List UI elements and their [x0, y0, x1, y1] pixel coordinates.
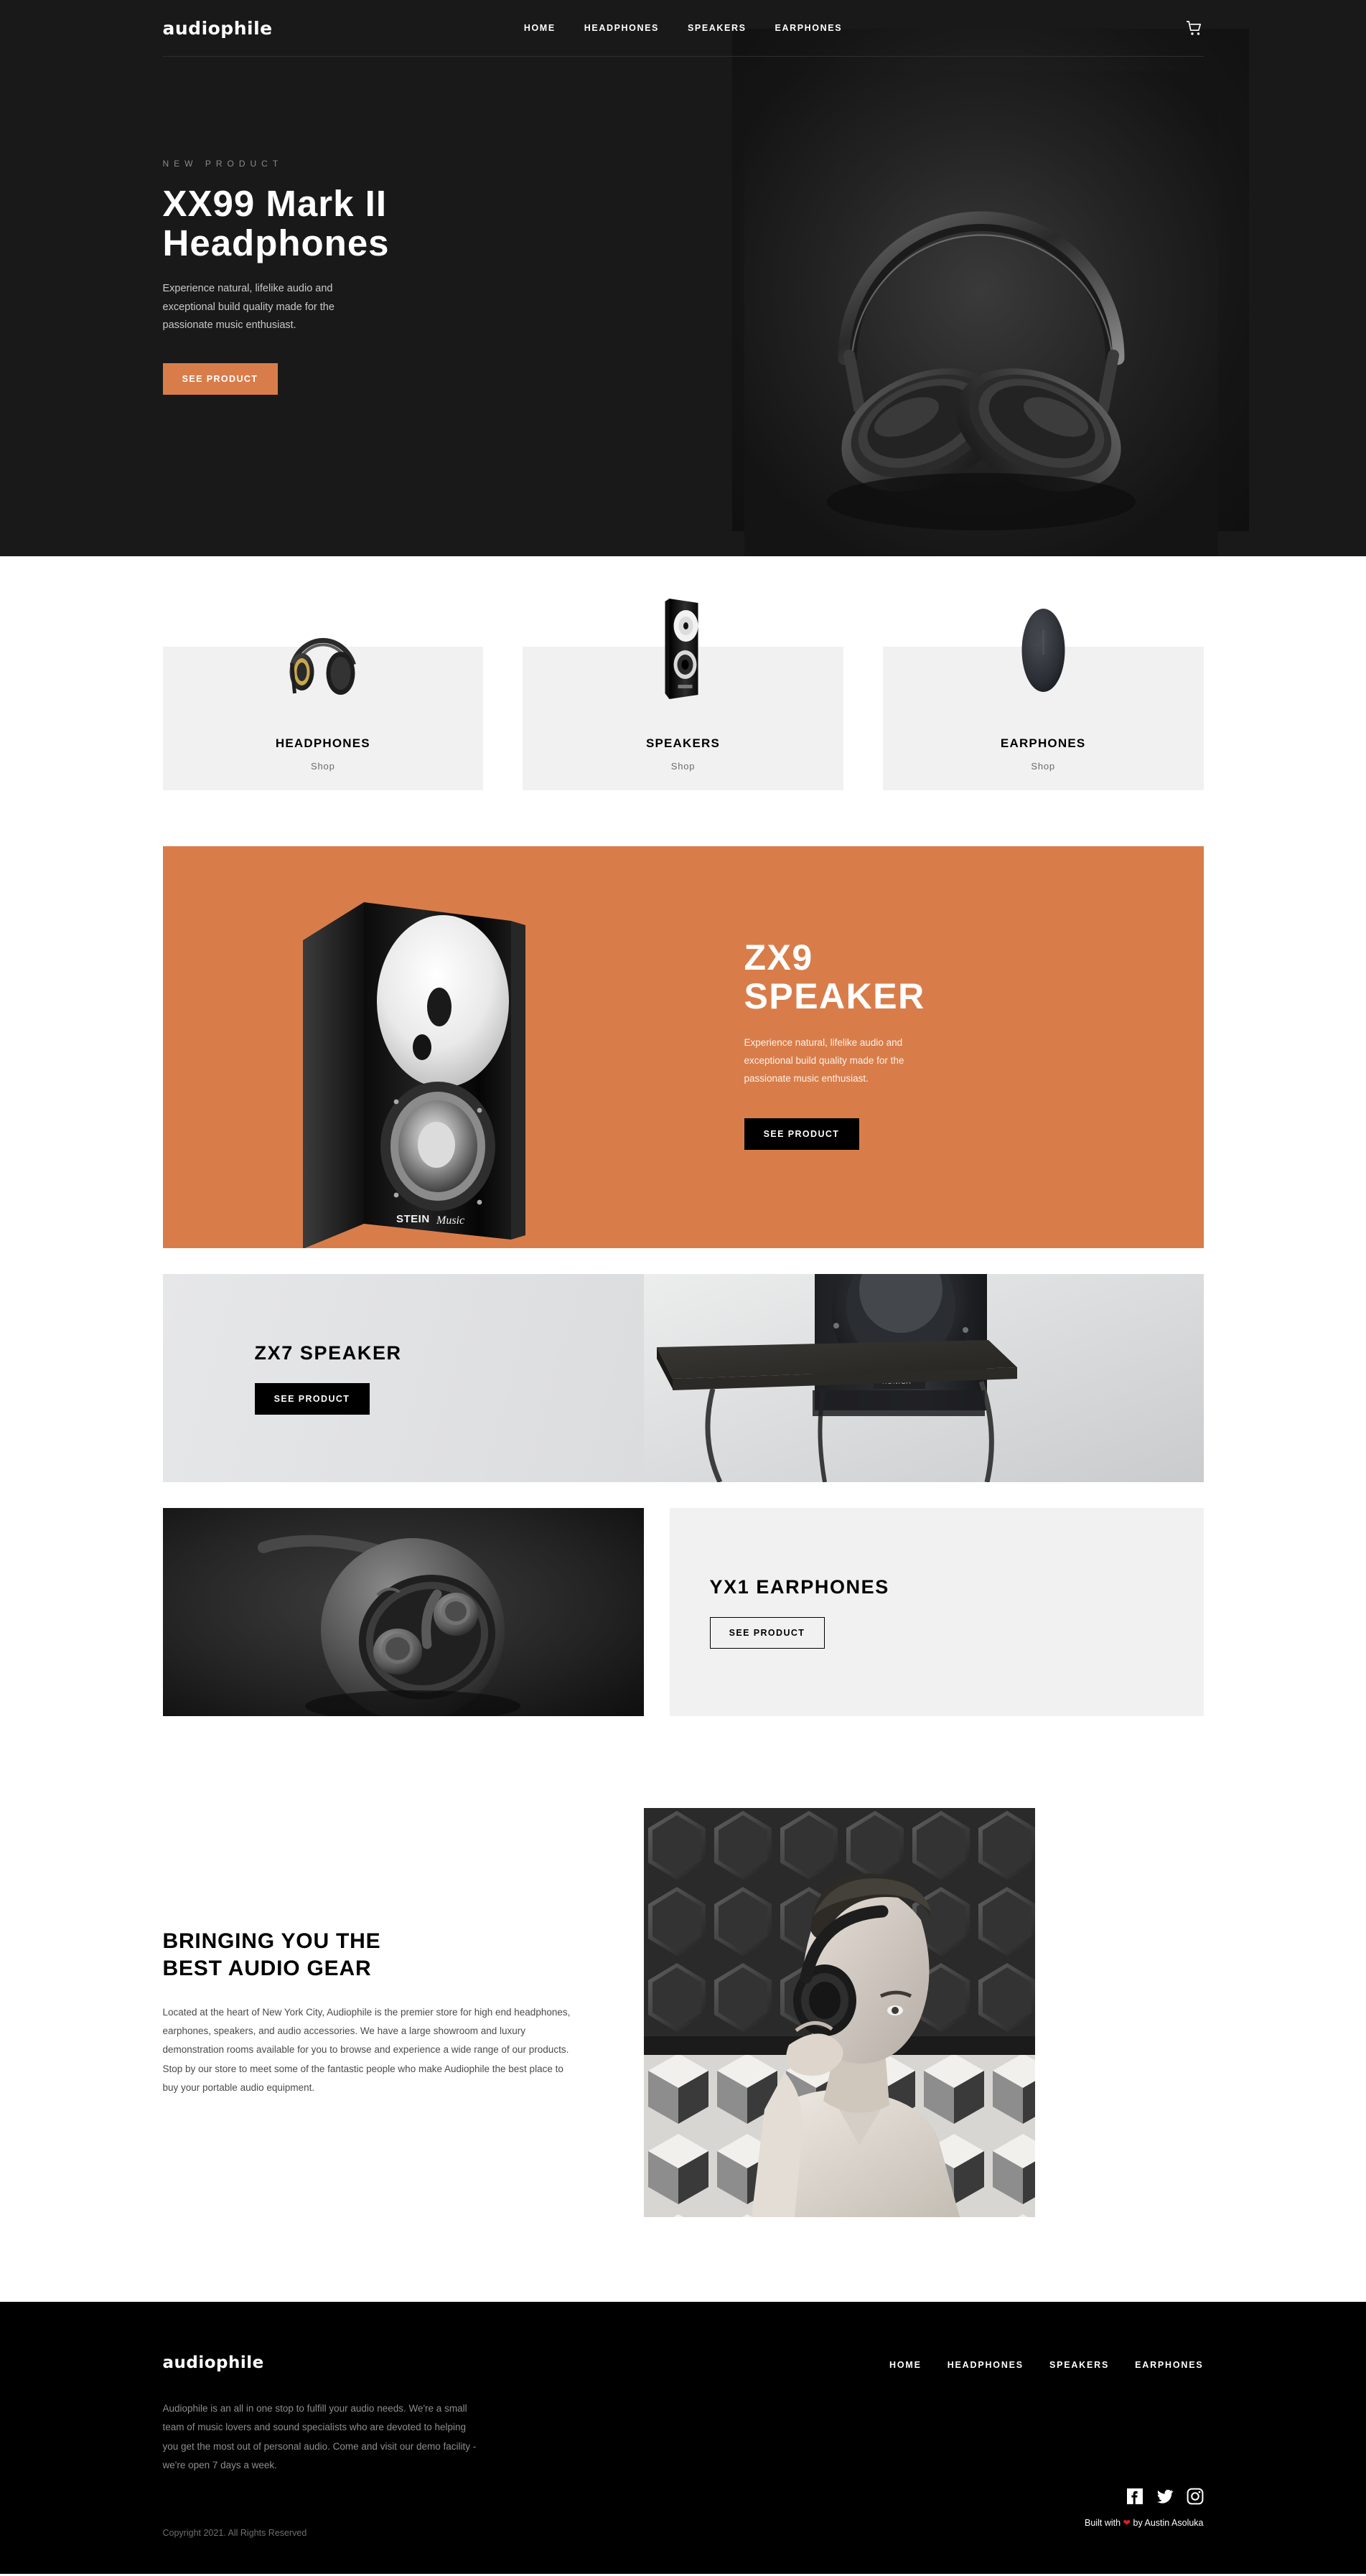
earphones-product-image — [981, 586, 1106, 711]
zx7-title: ZX7 SPEAKER — [254, 1341, 402, 1364]
zx9-title: ZX9 SPEAKER — [744, 938, 1003, 1016]
heart-icon: ❤ — [1123, 2518, 1131, 2529]
hero-copy: NEW PRODUCT XX99 Mark II Headphones Expe… — [162, 57, 464, 395]
footer-navigation: HOME HEADPHONES SPEAKERS EARPHONES — [889, 2353, 1203, 2370]
zx7-speaker-image: KONICA — [643, 1274, 1204, 1482]
twitter-icon[interactable] — [1156, 2488, 1174, 2505]
built-suffix: by Austin Asoluka — [1133, 2518, 1204, 2529]
hero-description: Experience natural, lifelike audio and e… — [162, 283, 335, 331]
zx9-speaker-image: STEIN Music — [296, 886, 597, 1248]
yx1-title: YX1 EARPHONES — [709, 1575, 889, 1598]
footer-nav-item-headphones[interactable]: HEADPHONES — [948, 2360, 1024, 2370]
headphones-product-image — [260, 586, 385, 711]
category-name: HEADPHONES — [275, 736, 370, 750]
site-logo[interactable]: audiophile — [163, 18, 273, 39]
zx9-speaker-banner: STEIN Music ZX9 SPEAKER Experience natur… — [162, 846, 1204, 1248]
built-by-credit: Built with ❤ by Austin Asoluka — [1085, 2517, 1203, 2528]
footer-nav-item-earphones[interactable]: EARPHONES — [1135, 2360, 1203, 2370]
hero-headphones-image — [744, 71, 1218, 556]
zx9-title-line2: SPEAKER — [744, 976, 925, 1016]
zx7-speaker-banner: KONICA ZX7 SPEAKER SEE PRODUCT — [162, 1274, 1204, 1482]
social-links — [1126, 2488, 1204, 2505]
hero-overline: NEW PRODUCT — [162, 159, 284, 169]
category-name: SPEAKERS — [645, 736, 721, 750]
zx9-copy: ZX9 SPEAKER Experience natural, lifelike… — [744, 938, 1003, 1150]
facebook-icon[interactable] — [1126, 2488, 1143, 2505]
page-root: audiophile HOME HEADPHONES SPEAKERS EARP… — [0, 0, 1366, 2575]
zx7-see-product-button[interactable]: SEE PRODUCT — [254, 1382, 370, 1415]
about-section: BRINGING YOU THE BEST AUDIO GEAR Located… — [163, 1808, 1204, 2302]
category-cards-section: HEADPHONES Shop SPEAKERS Shop EARPHONES … — [162, 556, 1204, 790]
category-name: EARPHONES — [1000, 736, 1086, 750]
shopping-cart-icon[interactable] — [1185, 19, 1204, 37]
about-copy: BRINGING YOU THE BEST AUDIO GEAR Located… — [163, 1928, 579, 2097]
category-card-speakers[interactable]: SPEAKERS Shop — [523, 599, 843, 790]
nav-item-headphones[interactable]: HEADPHONES — [584, 23, 659, 33]
about-title-line2: BEST AUDIO GEAR — [162, 1957, 372, 1981]
footer-logo[interactable]: audiophile — [163, 2353, 264, 2372]
hero-title: XX99 Mark II Headphones — [163, 184, 464, 263]
category-card-earphones[interactable]: EARPHONES Shop — [882, 609, 1204, 790]
zx7-copy: ZX7 SPEAKER SEE PRODUCT — [254, 1341, 402, 1415]
yx1-panel: YX1 EARPHONES SEE PRODUCT — [669, 1508, 1204, 1716]
built-prefix: Built with — [1085, 2518, 1121, 2529]
hero-title-line2: Headphones — [162, 222, 390, 263]
nav-item-earphones[interactable]: EARPHONES — [775, 23, 843, 33]
about-title-line1: BRINGING YOU THE — [162, 1929, 381, 1953]
svg-text:Music: Music — [436, 1214, 464, 1227]
instagram-icon[interactable] — [1187, 2488, 1204, 2505]
category-shop-link[interactable]: Shop — [671, 761, 696, 772]
site-header: audiophile HOME HEADPHONES SPEAKERS EARP… — [162, 0, 1204, 57]
site-footer: audiophile HOME HEADPHONES SPEAKERS EARP… — [0, 2302, 1366, 2575]
about-title: BRINGING YOU THE BEST AUDIO GEAR — [163, 1928, 579, 1983]
footer-description: Audiophile is an all in one stop to fulf… — [162, 2403, 477, 2470]
hero-content: NEW PRODUCT XX99 Mark II Headphones Expe… — [162, 57, 1218, 556]
copyright-text: Copyright 2021. All Rights Reserved — [162, 2528, 307, 2539]
category-shop-link[interactable]: Shop — [311, 761, 335, 772]
yx1-see-product-button[interactable]: SEE PRODUCT — [709, 1616, 825, 1649]
nav-item-speakers[interactable]: SPEAKERS — [688, 23, 747, 33]
hero-see-product-button[interactable]: SEE PRODUCT — [162, 363, 278, 395]
category-card-headphones[interactable]: HEADPHONES Shop — [162, 638, 484, 790]
zx9-description: Experience natural, lifelike audio and e… — [744, 1037, 904, 1084]
category-shop-link[interactable]: Shop — [1031, 761, 1055, 772]
yx1-earphones-section: YX1 EARPHONES SEE PRODUCT — [162, 1508, 1204, 1716]
footer-top-row: audiophile HOME HEADPHONES SPEAKERS EARP… — [163, 2353, 1204, 2372]
nav-item-home[interactable]: HOME — [524, 23, 556, 33]
zx9-title-line1: ZX9 — [744, 937, 813, 978]
about-text: Located at the heart of New York City, A… — [162, 2006, 571, 2093]
main-navigation: HOME HEADPHONES SPEAKERS EARPHONES — [524, 23, 842, 33]
zx9-see-product-button[interactable]: SEE PRODUCT — [744, 1118, 859, 1150]
footer-nav-item-speakers[interactable]: SPEAKERS — [1049, 2360, 1109, 2370]
svg-text:STEIN: STEIN — [396, 1213, 430, 1225]
yx1-earphones-image — [162, 1508, 644, 1716]
footer-nav-item-home[interactable]: HOME — [889, 2360, 922, 2370]
hero-section: audiophile HOME HEADPHONES SPEAKERS EARP… — [0, 0, 1366, 556]
hero-title-line1: XX99 Mark II — [162, 183, 387, 224]
speaker-product-image — [620, 586, 746, 711]
man-wearing-headphones-photo — [643, 1808, 1035, 2217]
